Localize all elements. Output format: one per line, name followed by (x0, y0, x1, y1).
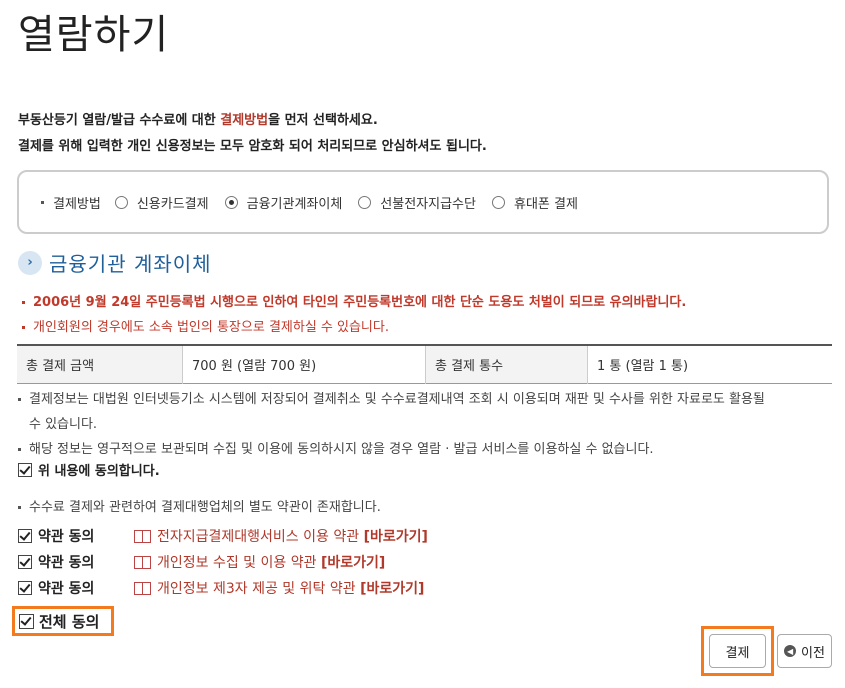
term-label: 약관 동의 (38, 581, 95, 597)
chevron-right-icon: › (18, 250, 42, 275)
note-line-3: 수수료 결제와 관련하여 결제대행업체의 별도 약관이 존재합니다. (18, 496, 381, 515)
prev-button[interactable]: ◀ 이전 (777, 634, 832, 668)
section-title: 금융기관 계좌이체 (49, 252, 212, 276)
radio-circle-icon[interactable] (114, 196, 128, 209)
all-agree-checkbox[interactable]: 전체 동의 (12, 606, 114, 636)
term-row: 약관 동의 전자지급결제대행서비스 이용 약관 [바로가기] (18, 523, 428, 549)
checkbox-checked-icon[interactable] (18, 581, 32, 595)
note-line-2: 해당 정보는 영구적으로 보관되며 수집 및 이용에 동의하시지 않을 경우 열… (18, 437, 833, 462)
agree-label: 위 내용에 동의합니다. (38, 464, 160, 479)
bullet-icon (18, 398, 21, 401)
radio-selected-icon[interactable] (224, 196, 238, 209)
radio-circle-icon[interactable] (491, 196, 505, 209)
bullet-icon (22, 301, 25, 304)
bullet-icon (41, 201, 44, 204)
radio-prepaid[interactable]: 선불전자지급수단 (358, 193, 476, 212)
page-title: 열람하기 (18, 12, 170, 58)
total-count-value: 1 통 (열람 1 통) (587, 345, 832, 384)
bullet-icon (18, 506, 21, 509)
payment-summary-table: 총 결제 금액 700 원 (열람 700 원) 총 결제 통수 1 통 (열람… (17, 344, 832, 384)
term-row: 약관 동의 개인정보 수집 및 이용 약관 [바로가기] (18, 549, 428, 575)
radio-mobile[interactable]: 휴대폰 결제 (491, 193, 578, 212)
term-link[interactable]: 전자지급결제대행서비스 이용 약관 [바로가기] (157, 526, 428, 546)
intro-highlight: 결제방법 (220, 113, 269, 128)
total-count-label: 총 결제 통수 (425, 345, 588, 384)
book-icon (134, 555, 151, 569)
all-agree-label: 전체 동의 (39, 612, 100, 631)
book-icon (134, 529, 151, 543)
checkbox-checked-icon[interactable] (19, 613, 34, 629)
payment-method-box: 결제방법 신용카드결제 금융기관계좌이체 선불전자지급수단 휴대폰 결제 (17, 170, 829, 234)
warning-line-1: 2006년 9월 24일 주민등록법 시행으로 인하여 타인의 주민등록번호에 … (22, 291, 686, 310)
book-icon (134, 581, 151, 595)
checkbox-checked-icon[interactable] (18, 555, 32, 569)
intro-line-1: 부동산등기 열람/발급 수수료에 대한 결제방법을 먼저 선택하세요. (18, 113, 378, 128)
term-row: 약관 동의 개인정보 제3자 제공 및 위탁 약관 [바로가기] (18, 575, 428, 601)
checkbox-checked-icon[interactable] (18, 462, 32, 477)
terms-list: 약관 동의 전자지급결제대행서비스 이용 약관 [바로가기] 약관 동의 개인정… (18, 523, 428, 601)
payment-method-row: 결제방법 신용카드결제 금융기관계좌이체 선불전자지급수단 휴대폰 결제 (41, 193, 594, 212)
prev-button-label: 이전 (801, 645, 825, 661)
term-link[interactable]: 개인정보 수집 및 이용 약관 [바로가기] (157, 552, 385, 572)
bullet-icon (18, 448, 21, 451)
pay-button[interactable]: 결제 (709, 634, 766, 668)
term-link[interactable]: 개인정보 제3자 제공 및 위탁 약관 [바로가기] (157, 578, 424, 598)
total-amount-label: 총 결제 금액 (17, 345, 183, 384)
radio-credit-card[interactable]: 신용카드결제 (114, 193, 209, 212)
agree-checkbox-row[interactable]: 위 내용에 동의합니다. (18, 460, 160, 479)
intro-text: 부동산등기 열람/발급 수수료에 대한 결제방법을 먼저 선택하세요. 결제를 … (18, 108, 487, 160)
section-header: › 금융기관 계좌이체 (18, 248, 212, 277)
term-label: 약관 동의 (38, 555, 95, 571)
warning-line-2: 개인회원의 경우에도 소속 법인의 통장으로 결제하실 수 있습니다. (22, 316, 389, 335)
table-row: 총 결제 금액 700 원 (열람 700 원) 총 결제 통수 1 통 (열람… (17, 345, 832, 384)
radio-bank-transfer[interactable]: 금융기관계좌이체 (224, 193, 342, 212)
note-line-1: 결제정보는 대법원 인터넷등기소 시스템에 저장되어 결제취소 및 수수료결제내… (18, 387, 833, 412)
intro-line-2: 결제를 위해 입력한 개인 신용정보는 모두 암호화 되어 처리되므로 안심하셔… (18, 139, 487, 154)
term-label: 약관 동의 (38, 529, 95, 545)
note-line-1b: 수 있습니다. (29, 417, 98, 432)
radio-circle-icon[interactable] (358, 196, 372, 209)
checkbox-checked-icon[interactable] (18, 529, 32, 543)
payment-method-label: 결제방법 (53, 197, 101, 212)
total-amount-value: 700 원 (열람 700 원) (182, 345, 426, 384)
bullet-icon (22, 326, 25, 329)
notes: 결제정보는 대법원 인터넷등기소 시스템에 저장되어 결제취소 및 수수료결제내… (18, 387, 833, 462)
pay-button-highlight: 결제 (701, 626, 774, 676)
arrow-left-icon: ◀ (784, 645, 797, 657)
